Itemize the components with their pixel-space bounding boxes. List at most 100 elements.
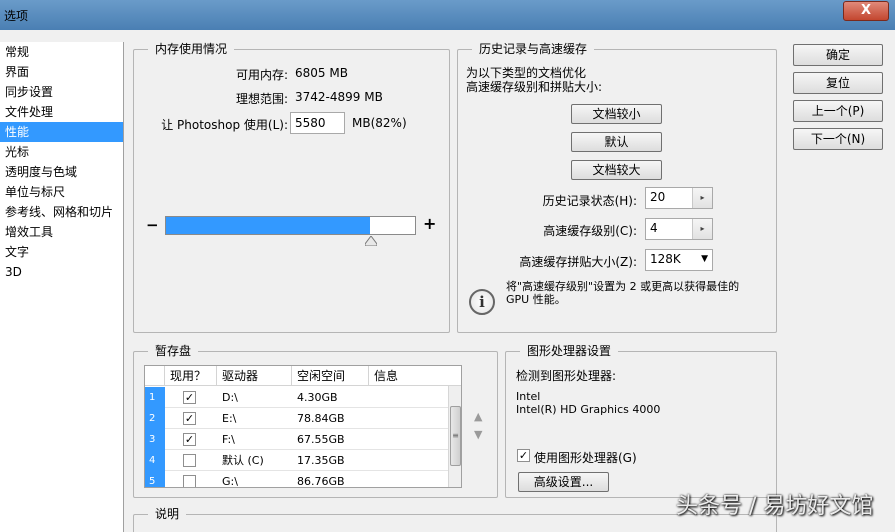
info-cell — [369, 429, 374, 450]
drive-cell: D:\ — [222, 391, 238, 404]
use-gpu-label: 使用图形处理器(G) — [534, 451, 637, 465]
gpu-performance-note: 将"高速缓存级别"设置为 2 或更高以获得最佳的 GPU 性能。 — [506, 280, 740, 306]
free-space-cell: 17.35GB — [297, 454, 345, 467]
active-checkbox[interactable]: ✓ — [183, 412, 196, 425]
free-space-cell: 67.55GB — [297, 433, 345, 446]
cache-levels-value: 4 — [650, 221, 658, 235]
info-cell — [369, 387, 374, 408]
sidebar-item[interactable]: 单位与标尺 — [0, 182, 123, 202]
table-row[interactable]: 5 G:\ 86.76GB — [145, 471, 450, 488]
doc-smaller-button[interactable]: 文档较小 — [571, 104, 662, 124]
close-button[interactable]: X — [843, 1, 889, 21]
sidebar-item[interactable]: 同步设置 — [0, 82, 123, 102]
cache-tile-select[interactable]: 128K ▼ — [645, 249, 713, 271]
sidebar-item[interactable]: 常规 — [0, 42, 123, 62]
available-memory-label: 可用内存: — [235, 68, 288, 82]
table-header: 现用？ 驱动器 空闲空间 信息 — [145, 366, 461, 386]
memory-usage-fill — [166, 217, 371, 234]
free-space-cell: 4.30GB — [297, 391, 338, 404]
cache-levels-label: 高速缓存级别(C): — [543, 224, 637, 238]
column-header-info[interactable]: 信息 — [369, 366, 461, 386]
sidebar-item[interactable]: 光标 — [0, 142, 123, 162]
active-checkbox[interactable] — [183, 454, 196, 467]
table-row[interactable]: 3 ✓ F:\ 67.55GB — [145, 429, 450, 450]
row-number: 1 — [145, 387, 165, 408]
check-icon: ✓ — [184, 391, 195, 404]
memory-usage-slider[interactable] — [165, 216, 416, 235]
scrollbar-thumb[interactable]: ≡ — [450, 406, 461, 466]
move-down-icon[interactable]: ▼ — [474, 428, 482, 441]
table-row[interactable]: 4 默认 (C) 17.35GB — [145, 450, 450, 471]
table-row[interactable]: 2 ✓ E:\ 78.84GB — [145, 408, 450, 429]
row-number: 2 — [145, 408, 165, 429]
history-states-value: 20 — [650, 190, 666, 204]
gpu-model: Intel(R) HD Graphics 4000 — [516, 403, 661, 416]
info-cell — [369, 408, 374, 429]
advanced-settings-button[interactable]: 高级设置... — [518, 472, 609, 492]
free-space-cell: 86.76GB — [297, 475, 345, 488]
active-checkbox[interactable] — [183, 475, 196, 487]
column-header-row-number — [145, 366, 165, 386]
reset-button[interactable]: 复位 — [793, 72, 883, 94]
ok-button[interactable]: 确定 — [793, 44, 883, 66]
photoshop-usage-unit: MB(82%) — [352, 116, 407, 130]
sidebar-item[interactable]: 性能 — [0, 122, 123, 142]
history-states-stepper[interactable]: 20 ▸ — [645, 187, 713, 209]
cache-levels-stepper[interactable]: 4 ▸ — [645, 218, 713, 240]
memory-usage-legend: 内存使用情况 — [148, 41, 235, 57]
ideal-range-value: 3742-4899 MB — [295, 90, 383, 104]
previous-button[interactable]: 上一个(P) — [793, 100, 883, 122]
doc-larger-button[interactable]: 文档较大 — [571, 160, 662, 180]
gpu-vendor: Intel — [516, 390, 541, 403]
drive-cell: G:\ — [222, 475, 238, 488]
table-row[interactable]: 1 ✓ D:\ 4.30GB — [145, 387, 450, 408]
sidebar-item[interactable]: 3D — [0, 262, 123, 282]
scratch-disks-legend: 暂存盘 — [148, 343, 199, 359]
drive-cell: E:\ — [222, 412, 237, 425]
move-up-icon[interactable]: ▲ — [474, 410, 482, 423]
sidebar-item[interactable]: 增效工具 — [0, 222, 123, 242]
decrease-memory-button[interactable]: − — [146, 216, 159, 234]
history-description: 为以下类型的文档优化 高速缓存级别和拼贴大小: — [466, 66, 603, 94]
gpu-detected-label: 检测到图形处理器: — [516, 369, 617, 383]
history-cache-legend: 历史记录与高速缓存 — [472, 41, 595, 57]
photoshop-usage-label: 让 Photoshop 使用(L): — [161, 118, 288, 132]
active-checkbox[interactable]: ✓ — [183, 433, 196, 446]
stepper-arrow-icon[interactable]: ▸ — [692, 219, 712, 239]
drive-cell: F:\ — [222, 433, 235, 446]
cache-tile-label: 高速缓存拼贴大小(Z): — [519, 255, 637, 269]
row-number: 5 — [145, 471, 165, 487]
sidebar-item[interactable]: 参考线、网格和切片 — [0, 202, 123, 222]
free-space-cell: 78.84GB — [297, 412, 345, 425]
description-legend: 说明 — [148, 506, 187, 522]
slider-handle-icon[interactable] — [364, 236, 377, 246]
column-header-free-space[interactable]: 空闲空间 — [292, 366, 369, 386]
info-icon: i — [469, 289, 495, 315]
row-number: 4 — [145, 450, 165, 471]
chevron-down-icon: ▼ — [701, 254, 708, 264]
window-titlebar: 选项 X — [0, 0, 895, 30]
check-icon: ✓ — [184, 412, 195, 425]
column-header-drive[interactable]: 驱动器 — [217, 366, 292, 386]
sidebar-item[interactable]: 文件处理 — [0, 102, 123, 122]
gpu-settings-legend: 图形处理器设置 — [520, 343, 619, 359]
memory-usage-group: 内存使用情况 — [133, 41, 450, 333]
scratch-disks-table: 现用？ 驱动器 空闲空间 信息 1 ✓ D:\ 4.30GB 2 ✓ E:\ 78.84GB 3… — [144, 365, 462, 488]
stepper-arrow-icon[interactable]: ▸ — [692, 188, 712, 208]
sidebar-item[interactable]: 界面 — [0, 62, 123, 82]
next-button[interactable]: 下一个(N) — [793, 128, 883, 150]
ideal-range-label: 理想范围: — [235, 92, 288, 106]
default-button[interactable]: 默认 — [571, 132, 662, 152]
column-header-active[interactable]: 现用？ — [165, 366, 217, 386]
photoshop-usage-input[interactable]: 5580 — [290, 112, 345, 134]
use-gpu-checkbox[interactable]: ✓ — [517, 449, 530, 462]
active-checkbox[interactable]: ✓ — [183, 391, 196, 404]
sidebar-item[interactable]: 文字 — [0, 242, 123, 262]
category-list: 常规 界面 同步设置 文件处理 性能 光标 透明度与色域 单位与标尺 参考线、网格和切片 增效工具… — [0, 42, 124, 532]
sidebar-item[interactable]: 透明度与色域 — [0, 162, 123, 182]
drive-cell: 默认 (C) — [222, 454, 264, 467]
info-cell — [369, 450, 374, 471]
history-states-label: 历史记录状态(H): — [542, 194, 637, 208]
increase-memory-button[interactable]: + — [423, 214, 436, 233]
table-scrollbar[interactable]: ≡ — [448, 386, 461, 487]
